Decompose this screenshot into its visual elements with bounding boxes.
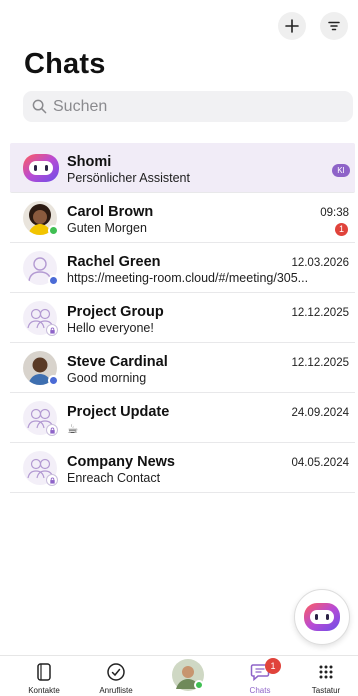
lock-icon <box>46 474 58 486</box>
chat-preview: Guten Morgen <box>67 221 147 235</box>
tab-profile[interactable] <box>156 659 220 691</box>
page-title: Chats <box>24 48 106 80</box>
online-status-dot <box>48 225 59 236</box>
chat-row-shomi[interactable]: Shomi Persönlicher Assistent KI <box>10 143 355 193</box>
chat-row-rachel-green[interactable]: Rachel Green https://meeting-room.cloud/… <box>10 243 355 293</box>
tab-kontakte[interactable]: Kontakte <box>12 660 76 695</box>
top-actions <box>278 12 348 40</box>
tab-label: Kontakte <box>28 686 60 695</box>
tab-chats[interactable]: Chats 1 <box>228 658 292 695</box>
chat-unread-badge: 1 <box>265 658 281 674</box>
away-status-dot <box>48 275 59 286</box>
tab-anrufliste[interactable]: Anrufliste <box>84 660 148 695</box>
search-placeholder: Suchen <box>53 97 108 115</box>
chat-row-carol-brown[interactable]: Carol Brown Guten Morgen 09:38 1 <box>10 193 355 243</box>
unread-badge: 1 <box>335 223 348 236</box>
keypad-icon <box>319 665 333 679</box>
call-history-icon <box>107 663 125 681</box>
chat-name: Company News <box>67 454 175 470</box>
search-icon <box>32 99 47 114</box>
chat-time: 04.05.2024 <box>291 457 349 469</box>
chat-preview: Persönlicher Assistent <box>67 171 190 185</box>
tab-label: Tastatur <box>311 686 341 695</box>
new-chat-button[interactable] <box>278 12 306 40</box>
bottom-tab-bar: Kontakte Anrufliste Chats 1 Tastatur <box>0 655 358 696</box>
phone-book-icon <box>37 663 51 681</box>
lock-icon <box>46 424 58 436</box>
tab-tastatur[interactable]: Tastatur <box>294 660 358 695</box>
chat-time: 09:38 <box>320 207 349 219</box>
search-input[interactable]: Suchen <box>23 91 353 122</box>
chat-row-steve-cardinal[interactable]: Steve Cardinal Good morning 12.12.2025 <box>10 343 355 393</box>
chat-preview: https://meeting-room.cloud/#/meeting/305… <box>67 271 309 285</box>
chat-time: 12.12.2025 <box>291 307 349 319</box>
filter-icon <box>328 21 340 31</box>
chat-preview: Enreach Contact <box>67 471 161 485</box>
chat-preview: ☕ <box>67 422 79 436</box>
chat-preview: Good morning <box>67 371 147 385</box>
chat-name: Project Group <box>67 304 164 320</box>
chat-row-company-news[interactable]: Company News Enreach Contact 04.05.2024 <box>10 443 355 493</box>
chat-name: Rachel Green <box>67 254 161 270</box>
chat-name: Carol Brown <box>67 204 154 220</box>
plus-icon <box>285 19 299 33</box>
assistant-fab-button[interactable] <box>294 589 350 645</box>
chat-preview: Hello everyone! <box>67 321 154 335</box>
online-status-dot <box>194 680 204 690</box>
away-status-dot <box>48 375 59 386</box>
assistant-logo-icon <box>23 154 59 182</box>
tab-label: Anrufliste <box>99 686 133 695</box>
chat-time: 24.09.2024 <box>291 407 349 419</box>
filter-button[interactable] <box>320 12 348 40</box>
lock-icon <box>46 324 58 336</box>
assistant-logo-icon <box>304 603 340 631</box>
chat-row-project-group[interactable]: Project Group Hello everyone! 12.12.2025 <box>10 293 355 343</box>
tab-label: Chats <box>249 686 271 695</box>
chat-time: 12.12.2025 <box>291 357 349 369</box>
chat-row-project-update[interactable]: Project Update ☕ 24.09.2024 <box>10 393 355 443</box>
chat-time: 12.03.2026 <box>291 257 349 269</box>
chat-name: Shomi <box>67 154 112 170</box>
ai-badge: KI <box>332 164 350 177</box>
chat-name: Steve Cardinal <box>67 354 168 370</box>
chat-list: Shomi Persönlicher Assistent KI Carol Br… <box>10 143 355 493</box>
chat-name: Project Update <box>67 404 170 420</box>
